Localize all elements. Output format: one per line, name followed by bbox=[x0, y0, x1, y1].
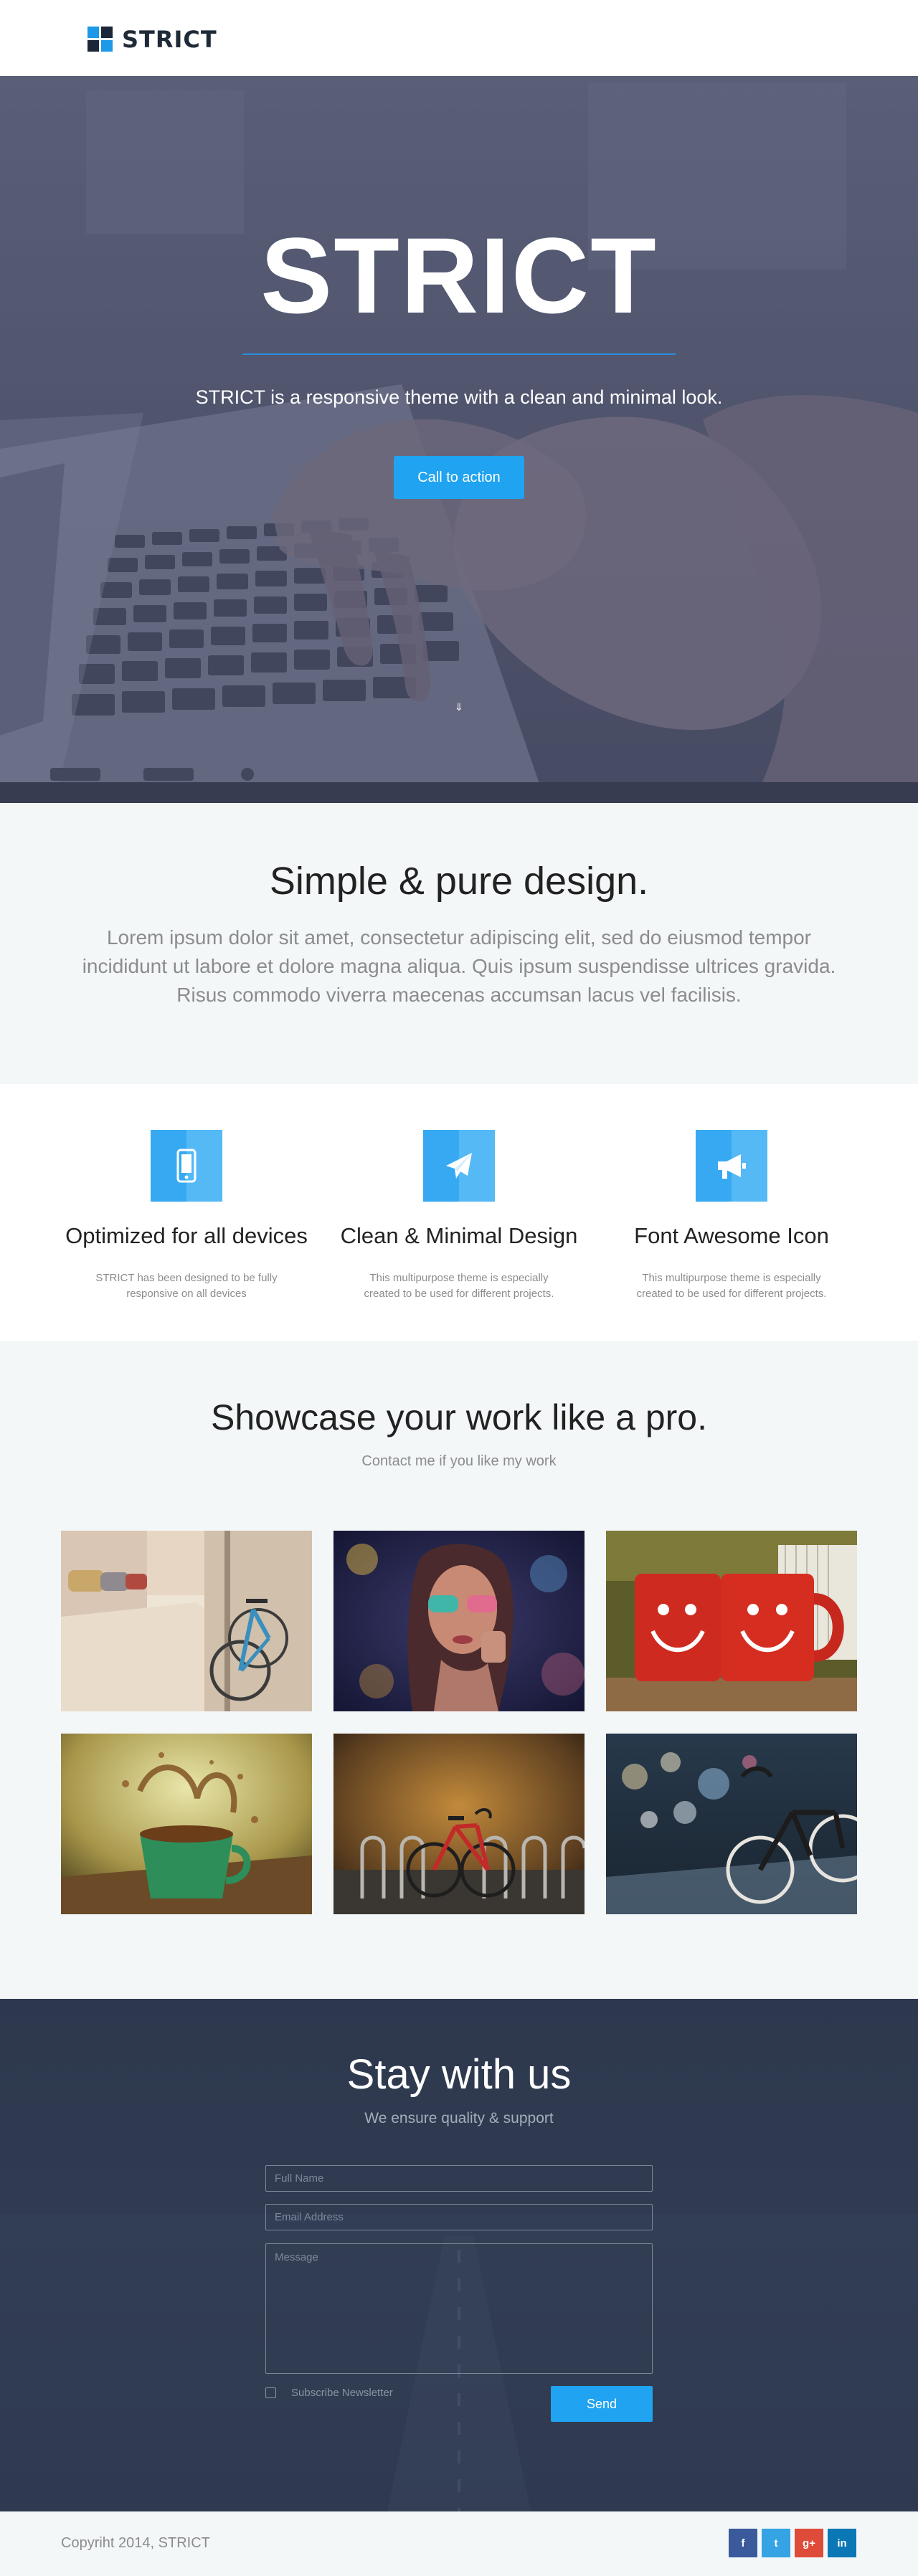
feature-text: STRICT has been designed to be fully res… bbox=[95, 1272, 278, 1300]
red-bicycle-rack-photo[interactable] bbox=[333, 1734, 585, 1914]
feature-item: Clean & Minimal Design This multipurpose… bbox=[337, 1130, 581, 1302]
mobile-phone-icon bbox=[151, 1130, 222, 1202]
bullhorn-icon bbox=[696, 1130, 767, 1202]
showcase-subheading: Contact me if you like my work bbox=[361, 1453, 557, 1469]
showcase-section: Showcase your work like a pro. Contact m… bbox=[0, 1341, 918, 1999]
newsletter-row: Subscribe Newsletter bbox=[265, 2387, 393, 2399]
intro-heading: Simple & pure design. bbox=[269, 860, 649, 903]
showcase-heading: Showcase your work like a pro. bbox=[211, 1397, 707, 1437]
linkedin-icon[interactable]: in bbox=[828, 2529, 856, 2557]
send-button[interactable]: Send bbox=[551, 2386, 653, 2422]
hero-overlay bbox=[0, 76, 918, 803]
contact-section: Stay with us We ensure quality & support… bbox=[0, 1999, 918, 2511]
twitter-icon[interactable]: t bbox=[762, 2529, 790, 2557]
logo[interactable]: STRICT bbox=[87, 26, 217, 53]
feature-text: This multipurpose theme is especially cr… bbox=[636, 1272, 827, 1300]
hero-subtitle: STRICT is a responsive theme with a clea… bbox=[195, 386, 723, 408]
woman-sunglasses-photo[interactable] bbox=[333, 1531, 585, 1711]
bicycle-bokeh-photo[interactable] bbox=[606, 1734, 857, 1914]
full-name-input[interactable] bbox=[265, 2165, 653, 2192]
copyright-text: Copyriht 2014, STRICT bbox=[61, 2535, 210, 2551]
bicycle-street-photo[interactable] bbox=[61, 1531, 312, 1711]
feature-item: Font Awesome Icon This multipurpose them… bbox=[610, 1130, 853, 1302]
hero-divider bbox=[242, 353, 676, 355]
logo-text: STRICT bbox=[122, 26, 217, 53]
paper-plane-icon bbox=[423, 1130, 495, 1202]
green-cup-splash-photo[interactable] bbox=[61, 1734, 312, 1914]
contact-heading: Stay with us bbox=[346, 2051, 572, 2098]
message-textarea[interactable] bbox=[265, 2243, 653, 2374]
newsletter-label: Subscribe Newsletter bbox=[291, 2387, 393, 2399]
features-section: Optimized for all devices STRICT has bee… bbox=[0, 1084, 918, 1341]
feature-title: Font Awesome Icon bbox=[634, 1223, 829, 1248]
newsletter-checkbox[interactable] bbox=[265, 2387, 276, 2398]
feature-title: Clean & Minimal Design bbox=[340, 1223, 578, 1248]
scroll-down-icon[interactable]: ⇓ bbox=[455, 701, 463, 713]
call-to-action-button[interactable]: Call to action bbox=[394, 456, 524, 499]
facebook-icon[interactable]: f bbox=[729, 2529, 757, 2557]
google-plus-icon[interactable]: g+ bbox=[795, 2529, 823, 2557]
intro-section: Simple & pure design. Lorem ipsum dolor … bbox=[0, 803, 918, 1084]
intro-body: Lorem ipsum dolor sit amet, consectetur … bbox=[82, 926, 836, 1006]
hero-section: STRICT STRICT is a responsive theme with… bbox=[0, 76, 918, 803]
hero-title: STRICT bbox=[260, 215, 658, 336]
feature-title: Optimized for all devices bbox=[65, 1223, 308, 1248]
site-header: STRICT bbox=[0, 0, 918, 76]
feature-item: Optimized for all devices STRICT has bee… bbox=[65, 1130, 308, 1302]
contact-subheading: We ensure quality & support bbox=[364, 2110, 554, 2126]
logo-mark-icon bbox=[87, 27, 113, 52]
feature-text: This multipurpose theme is especially cr… bbox=[364, 1272, 554, 1300]
site-footer: Copyriht 2014, STRICT f t g+ in bbox=[0, 2511, 918, 2576]
red-smiley-mugs-photo[interactable] bbox=[606, 1531, 857, 1711]
email-input[interactable] bbox=[265, 2204, 653, 2230]
